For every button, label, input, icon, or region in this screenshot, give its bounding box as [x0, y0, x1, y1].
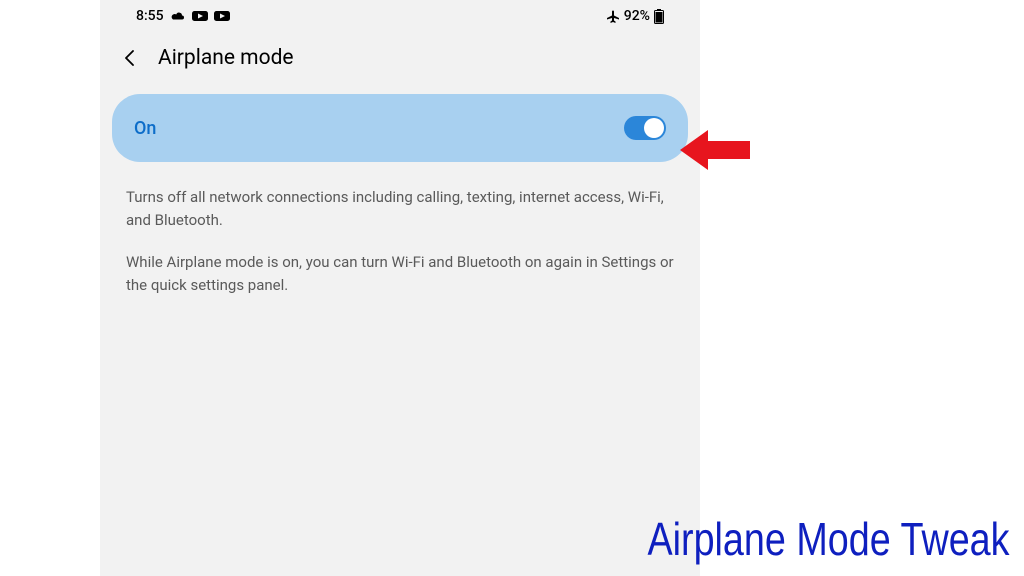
description-para-1: Turns off all network connections includ… — [126, 186, 674, 231]
airplane-mode-toggle-card[interactable]: On — [112, 94, 688, 162]
battery-percentage: 92% — [624, 8, 650, 24]
airplane-icon — [606, 9, 620, 23]
red-arrow-icon — [680, 128, 750, 172]
chevron-left-icon — [120, 48, 140, 68]
status-bar-left: 8:55 — [136, 8, 230, 24]
phone-screen: 8:55 92% Airplane mo — [100, 0, 700, 576]
page-title: Airplane mode — [158, 46, 294, 70]
arrow-annotation — [680, 128, 750, 176]
annotation-caption: Airplane Mode Tweak — [648, 512, 1010, 566]
description-para-2: While Airplane mode is on, you can turn … — [126, 251, 674, 296]
page-header: Airplane mode — [100, 28, 700, 88]
toggle-switch[interactable] — [624, 116, 666, 140]
battery-icon — [654, 9, 664, 24]
description-text: Turns off all network connections includ… — [100, 162, 700, 340]
status-bar-right: 92% — [606, 8, 664, 24]
youtube-icon — [192, 10, 208, 22]
toggle-thumb — [644, 118, 664, 138]
status-time: 8:55 — [136, 8, 164, 24]
status-bar: 8:55 92% — [100, 0, 700, 28]
back-button[interactable] — [118, 46, 142, 70]
youtube-icon — [214, 10, 230, 22]
toggle-label: On — [134, 118, 156, 139]
cloud-icon — [170, 10, 186, 22]
